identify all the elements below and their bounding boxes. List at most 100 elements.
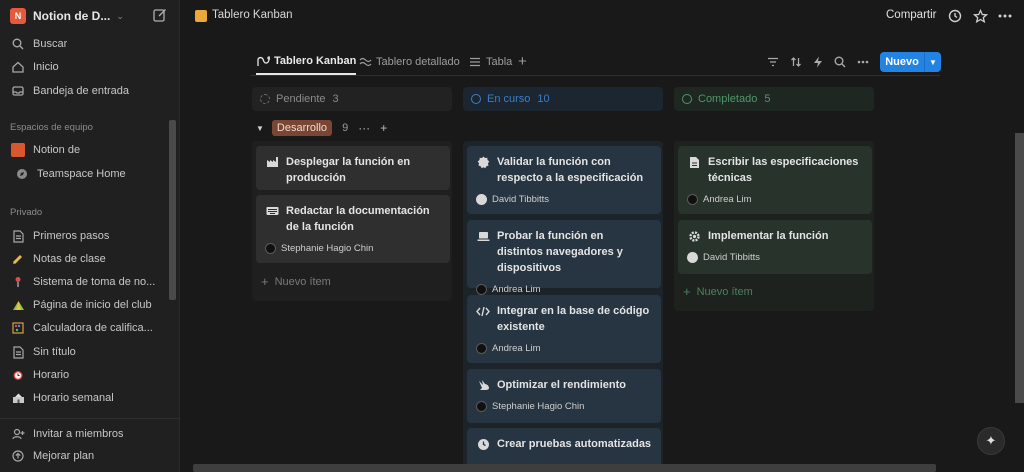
share-button[interactable]: Compartir — [886, 9, 936, 21]
sidebar-item-label: Calculadora de califica... — [33, 322, 153, 334]
card-optimizar[interactable]: Optimizar el rendimiento Stephanie Hagio… — [467, 369, 661, 423]
sidebar-item-horario[interactable]: Horario — [10, 364, 170, 386]
tab-label: Tablero Kanban — [274, 54, 357, 67]
horizontal-scrollbar[interactable] — [193, 464, 936, 472]
invite-members-button[interactable]: Invitar a miembros — [10, 423, 170, 445]
board-icon — [256, 55, 270, 67]
invite-members-icon — [10, 426, 26, 442]
collapse-triangle-icon[interactable]: ▼ — [256, 124, 264, 133]
sort-icon[interactable] — [789, 55, 803, 69]
group-row-desarrollo[interactable]: ▼ Desarrollo 9 ··· + — [256, 118, 387, 138]
sidebar-item-pagina-club[interactable]: Página de inicio del club — [10, 294, 170, 316]
avatar — [476, 284, 487, 295]
inbox-icon — [10, 83, 26, 99]
ai-sparkle-icon[interactable]: ✦ — [977, 427, 1005, 455]
school-icon — [10, 390, 26, 406]
card-title: Desplegar la función en producción — [286, 156, 411, 184]
workspace-logo: N — [10, 8, 26, 24]
card-assignee: Andrea Lim — [492, 343, 541, 354]
card-assignee: Andrea Lim — [492, 284, 541, 295]
add-item-completado[interactable]: + Nuevo ítem — [683, 284, 753, 299]
view-more-options-icon[interactable] — [856, 55, 870, 69]
sidebar-item-label: Notion de — [33, 144, 81, 156]
main-scrollbar[interactable] — [1015, 133, 1024, 403]
sidebar-item-label: Horario — [33, 369, 70, 381]
sidebar-item-calculadora[interactable]: Calculadora de califica... — [10, 317, 170, 339]
card-implementar[interactable]: Implementar la función David Tibbitts — [678, 220, 872, 274]
card-probar[interactable]: Probar la función en distintos navegador… — [467, 220, 661, 295]
sidebar-item-notas-de-clase[interactable]: Notas de clase — [10, 248, 170, 270]
add-item-label: Nuevo ítem — [274, 275, 331, 288]
sidebar-item-label: Horario semanal — [33, 392, 114, 404]
chevron-down-icon[interactable]: ▼ — [925, 58, 941, 67]
new-item-button[interactable]: Nuevo ▼ — [880, 52, 941, 72]
breadcrumb-page-title[interactable]: Tablero Kanban — [212, 9, 293, 21]
avatar — [476, 194, 487, 205]
card-escribir[interactable]: Escribir las especificaciones técnicas A… — [678, 146, 872, 214]
sidebar-item-label: Teamspace Home — [37, 168, 126, 180]
tabs-divider — [250, 75, 940, 76]
sidebar-item-horario-semanal[interactable]: Horario semanal — [10, 387, 170, 409]
card-assignee: Stephanie Hagio Chin — [281, 243, 374, 254]
card-desplegar[interactable]: Desplegar la función en producción — [256, 146, 450, 190]
favorite-star-icon[interactable] — [972, 8, 988, 24]
sidebar-divider — [0, 418, 180, 419]
search-icon — [10, 36, 26, 52]
filter-icon[interactable] — [766, 55, 780, 69]
clock-icon — [476, 436, 490, 452]
sidebar-item-buscar[interactable]: Buscar — [10, 33, 170, 55]
avatar — [476, 343, 487, 354]
column-header-completado[interactable]: Completado 5 — [674, 87, 874, 111]
sidebar-item-label: Invitar a miembros — [33, 428, 124, 440]
card-title: Crear pruebas automatizadas — [497, 438, 652, 450]
sidebar-item-inicio[interactable]: Inicio — [10, 56, 170, 78]
add-item-label: Nuevo ítem — [696, 285, 753, 298]
sidebar-item-label: Notas de clase — [33, 253, 106, 265]
card-title: Optimizar el rendimiento — [497, 379, 626, 391]
sidebar-item-label: Mejorar plan — [33, 450, 95, 462]
card-title: Redactar la documentación de la función — [286, 205, 430, 233]
sidebar-item-notion-de[interactable]: Notion de — [10, 139, 170, 161]
sidebar-item-label: Buscar — [33, 38, 68, 50]
sidebar-item-bandeja[interactable]: Bandeja de entrada — [10, 80, 170, 102]
upgrade-plan-button[interactable]: Mejorar plan — [10, 445, 170, 467]
plus-icon: + — [683, 284, 691, 299]
column-header-en-curso[interactable]: En curso 10 — [463, 87, 663, 111]
card-title: Implementar la función — [708, 230, 829, 242]
sidebar-item-label: Bandeja de entrada — [33, 85, 130, 97]
tab-tabla[interactable]: Tabla — [468, 48, 512, 75]
tab-label: Tablero detallado — [376, 55, 460, 68]
status-pending-icon — [260, 94, 270, 104]
keyboard-icon — [265, 203, 279, 219]
group-more-icon[interactable]: ··· — [358, 121, 370, 135]
more-options-icon[interactable] — [997, 8, 1013, 24]
history-clock-icon[interactable] — [947, 8, 963, 24]
new-page-icon[interactable] — [153, 8, 167, 22]
card-redactar[interactable]: Redactar la documentación de la función … — [256, 195, 450, 263]
automation-bolt-icon[interactable] — [811, 55, 825, 69]
search-icon[interactable] — [833, 55, 847, 69]
sidebar-scrollbar[interactable] — [169, 120, 176, 300]
card-title: Integrar en la base de código existente — [497, 305, 650, 333]
sidebar-item-teamspace-home[interactable]: Teamspace Home — [10, 163, 170, 185]
card-validar[interactable]: Validar la función con respecto a la esp… — [467, 146, 661, 214]
column-name: En curso — [487, 93, 531, 105]
column-header-pendiente[interactable]: Pendiente 3 — [252, 87, 452, 111]
sidebar-item-label: Sin título — [33, 346, 76, 358]
table-icon — [468, 57, 482, 67]
sidebar-item-sistema-toma-notas[interactable]: Sistema de toma de no... — [10, 271, 170, 293]
sidebar-item-sin-titulo[interactable]: Sin título — [10, 341, 170, 363]
avatar — [265, 243, 276, 254]
card-assignee: Stephanie Hagio Chin — [492, 401, 585, 412]
page-icon — [10, 344, 26, 360]
section-team-spaces: Espacios de equipo — [10, 122, 93, 133]
tab-tablero-kanban[interactable]: Tablero Kanban — [256, 48, 357, 75]
sidebar: N Notion de D... ⌄ Buscar Inicio Bandeja… — [0, 0, 180, 472]
tab-tablero-detallado[interactable]: Tablero detallado — [358, 48, 460, 75]
group-add-icon[interactable]: + — [380, 121, 387, 135]
add-view-icon[interactable]: + — [518, 48, 527, 75]
house-emoji-icon — [10, 142, 26, 158]
card-integrar[interactable]: Integrar en la base de código existente … — [467, 295, 661, 363]
add-item-pendiente[interactable]: + Nuevo ítem — [261, 274, 331, 289]
sidebar-item-primeros-pasos[interactable]: Primeros pasos — [10, 225, 170, 247]
